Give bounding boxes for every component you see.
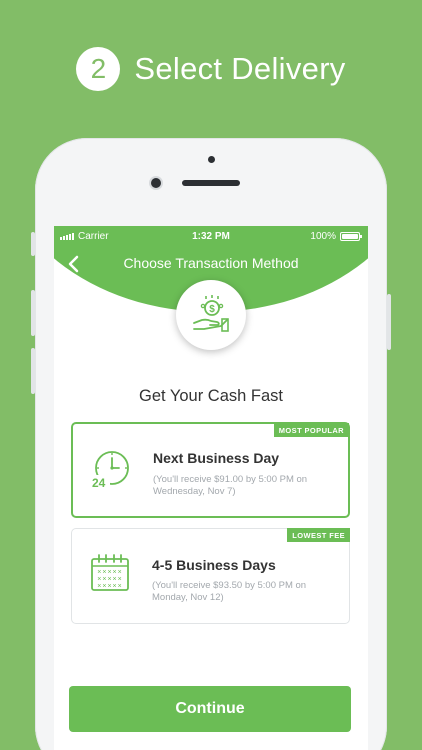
battery-icon xyxy=(340,232,362,241)
cash-hand-icon: $ xyxy=(193,295,229,332)
phone-mute-switch xyxy=(31,232,35,256)
phone-volume-down xyxy=(31,348,35,394)
clock-24-icon: 24 xyxy=(90,451,129,490)
phone-volume-up xyxy=(31,290,35,336)
option-title: Next Business Day xyxy=(153,450,280,466)
page-title: Choose Transaction Method xyxy=(123,255,299,271)
status-bar: Carrier 1:32 PM 100% xyxy=(54,226,368,246)
phone-power-button xyxy=(387,294,391,350)
nav-bar: Choose Transaction Method xyxy=(54,252,368,276)
promo-title: Select Delivery xyxy=(134,51,346,86)
continue-button[interactable]: Continue xyxy=(69,686,351,732)
option-4-5-business-days[interactable]: LOWEST FEE ××××× ××××× ××××× 4-5 Busines… xyxy=(71,528,350,624)
option-next-business-day[interactable]: MOST POPULAR 24 Next Business Day (You'l… xyxy=(71,422,350,518)
app-screen: Carrier 1:32 PM 100% Choose Transaction … xyxy=(54,226,368,750)
option-description: (You'll receive $91.00 by 5:00 PM on Wed… xyxy=(153,474,308,497)
svg-text:×××××: ××××× xyxy=(97,576,122,583)
lowest-fee-badge: LOWEST FEE xyxy=(287,528,350,542)
section-title: Get Your Cash Fast xyxy=(139,387,283,405)
battery-percent: 100% xyxy=(310,231,336,242)
svg-text:×××××: ××××× xyxy=(97,569,122,576)
svg-text:24: 24 xyxy=(92,476,106,490)
promo-header: 2 Select Delivery xyxy=(0,46,422,92)
calendar-icon: ××××× ××××× ××××× xyxy=(91,554,129,591)
option-title: 4-5 Business Days xyxy=(152,557,276,573)
earpiece-speaker xyxy=(182,180,240,186)
status-right: 100% xyxy=(310,231,362,242)
proximity-sensor xyxy=(208,156,215,163)
most-popular-badge: MOST POPULAR xyxy=(273,423,349,437)
option-description: (You'll receive $93.50 by 5:00 PM on Mon… xyxy=(152,580,307,603)
front-camera xyxy=(151,178,161,188)
svg-text:$: $ xyxy=(209,304,215,315)
step-number-badge: 2 xyxy=(76,47,121,91)
svg-text:×××××: ××××× xyxy=(97,583,122,590)
header-logo: $ xyxy=(176,280,246,350)
